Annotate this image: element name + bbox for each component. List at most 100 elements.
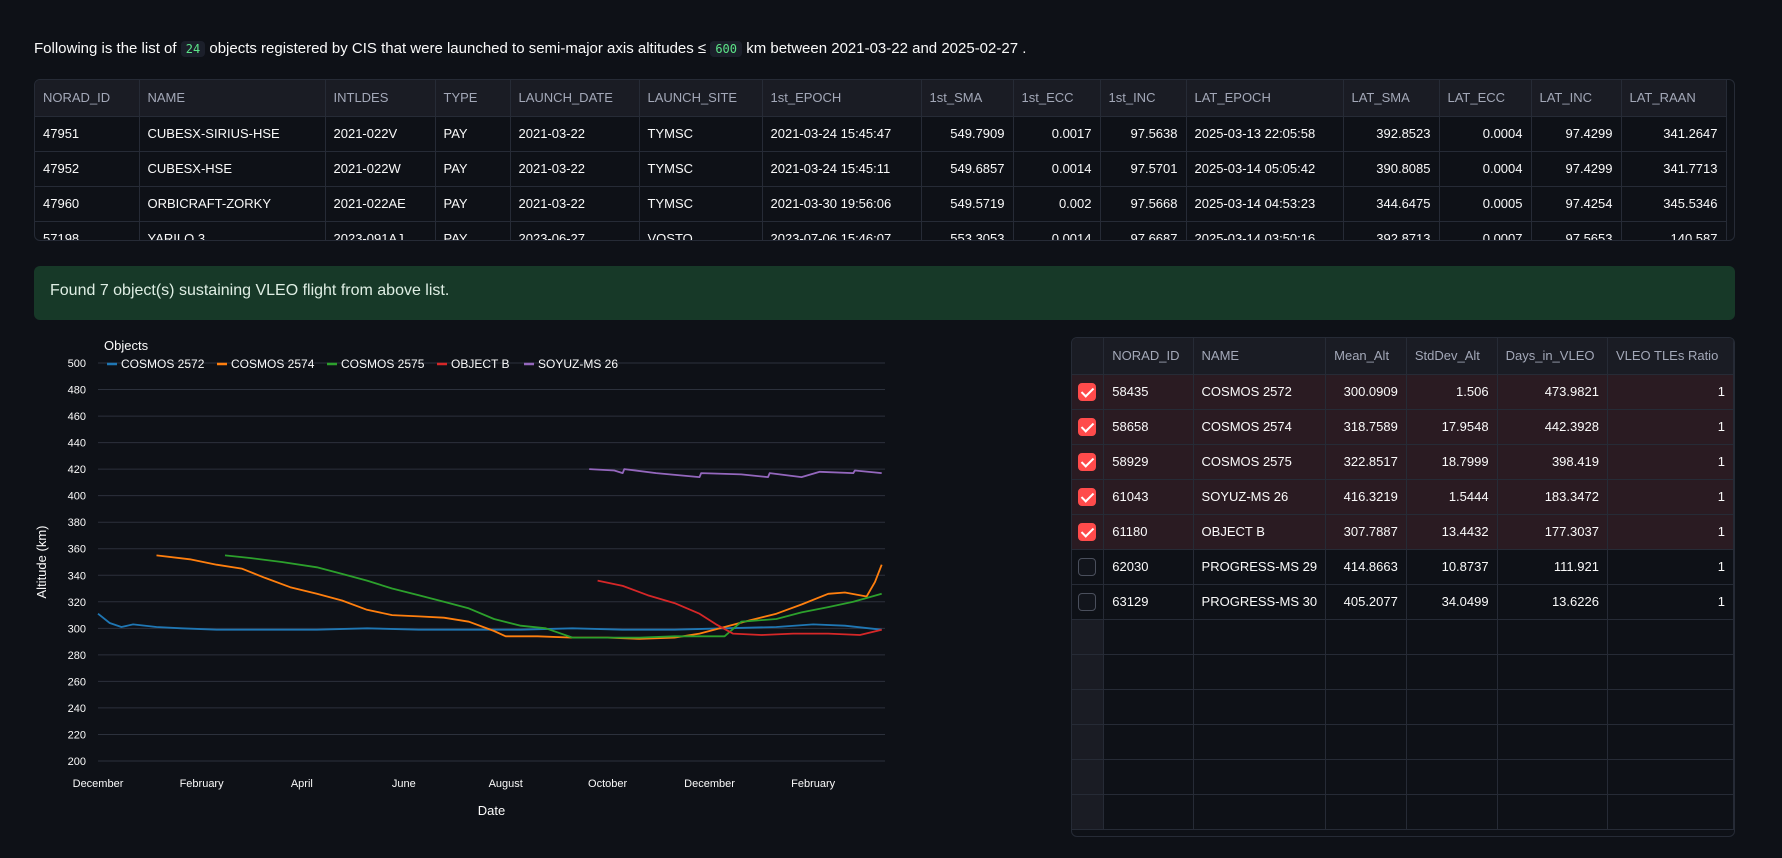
table-row[interactable]: 61043 SOYUZ-MS 26 416.3219 1.5444 183.3472 1 [1072,479,1734,515]
table-cell[interactable]: ORBICRAFT-ZORKY [139,186,326,222]
table-cell[interactable]: 2021-03-22 [510,151,640,187]
legend-item[interactable]: COSMOS 2572 [107,357,205,371]
table-cell[interactable]: 322.8517 [1325,444,1407,480]
table-cell[interactable]: 34.0499 [1406,584,1498,620]
table-cell[interactable]: COSMOS 2572 [1193,374,1327,410]
column-header[interactable]: 1st_ECC [1013,80,1101,117]
table-cell[interactable]: PROGRESS-MS 29 [1193,549,1327,585]
table-cell[interactable]: 473.9821 [1497,374,1608,410]
table-cell[interactable]: 1 [1607,444,1734,480]
table-cell[interactable]: 97.5668 [1100,186,1187,222]
table-cell[interactable]: 300.0909 [1325,374,1407,410]
column-header[interactable]: StdDev_Alt [1406,338,1498,375]
table-cell[interactable]: 47960 [35,186,140,222]
table-cell[interactable]: 57198 [35,221,140,240]
table-cell[interactable]: 0.0004 [1439,116,1532,152]
table-cell[interactable]: CUBESX-HSE [139,151,326,187]
table-cell[interactable]: 111.921 [1497,549,1608,585]
table-cell[interactable]: 1 [1607,479,1734,515]
table-row[interactable]: 63129 PROGRESS-MS 30 405.2077 34.0499 13.622… [1072,584,1734,620]
table-cell[interactable]: 549.5719 [921,186,1014,222]
table-cell[interactable]: 58929 [1103,444,1194,480]
table-cell[interactable]: 17.9548 [1406,409,1498,445]
table-cell[interactable]: 47952 [35,151,140,187]
series-line-cosmos-2575[interactable] [224,554,882,639]
table-cell[interactable]: 398.419 [1497,444,1608,480]
table-cell[interactable]: 18.7999 [1406,444,1498,480]
table-cell[interactable]: 2021-022W [325,151,436,187]
table-cell[interactable]: PAY [435,186,511,222]
table-row[interactable]: 61180 OBJECT B 307.7887 13.4432 177.3037 1 [1072,514,1734,550]
table-cell[interactable]: PAY [435,116,511,152]
table-cell[interactable]: 1 [1607,549,1734,585]
column-header[interactable]: Days_in_VLEO [1497,338,1608,375]
table-cell[interactable]: 97.4299 [1531,116,1622,152]
series-line-object-b[interactable] [597,579,882,636]
column-header[interactable]: LAT_INC [1531,80,1622,117]
column-header[interactable]: 1st_SMA [921,80,1014,117]
table-cell[interactable]: 549.6857 [921,151,1014,187]
table-cell[interactable]: 177.3037 [1497,514,1608,550]
table-cell[interactable]: COSMOS 2574 [1193,409,1327,445]
table-cell[interactable]: 345.5346 [1621,186,1727,222]
row-checkbox-cell[interactable] [1072,444,1105,480]
column-header[interactable]: TYPE [435,80,511,117]
table-cell[interactable]: COSMOS 2575 [1193,444,1327,480]
table-cell[interactable]: 318.7589 [1325,409,1407,445]
column-header[interactable]: Mean_Alt [1325,338,1407,375]
column-header[interactable]: INTLDES [325,80,436,117]
table-cell[interactable]: 344.6475 [1343,186,1440,222]
series-line-soyuz-ms-26[interactable] [589,468,882,478]
table-cell[interactable]: 1 [1607,514,1734,550]
table-cell[interactable]: 1.5444 [1406,479,1498,515]
column-header[interactable]: NORAD_ID [35,80,140,117]
row-checkbox[interactable] [1078,522,1096,541]
row-checkbox[interactable] [1078,557,1096,576]
table-cell[interactable]: 2025-03-14 03:50:16 [1186,221,1344,240]
table-cell[interactable]: 13.4432 [1406,514,1498,550]
column-header[interactable]: NAME [1193,338,1327,375]
table-cell[interactable]: 2021-03-24 15:45:11 [762,151,922,187]
table-cell[interactable]: 2021-03-22 [510,186,640,222]
table-cell[interactable]: 414.8663 [1325,549,1407,585]
legend-item[interactable]: SOYUZ-MS 26 [524,357,618,371]
row-checkbox[interactable] [1078,417,1096,436]
table-cell[interactable]: 97.4299 [1531,151,1622,187]
legend-item[interactable]: OBJECT B [437,357,509,371]
table-cell[interactable]: 97.5653 [1531,221,1622,240]
table-cell[interactable]: 62030 [1103,549,1194,585]
table-cell[interactable]: 2025-03-13 22:05:58 [1186,116,1344,152]
table-cell[interactable]: 416.3219 [1325,479,1407,515]
table-cell[interactable]: 390.8085 [1343,151,1440,187]
table-cell[interactable]: 97.4254 [1531,186,1622,222]
vleo-dataframe[interactable]: NORAD_ID NAME Mean_Alt StdDev_Alt Days_in_VL… [1071,337,1735,837]
table-cell[interactable]: OBJECT B [1193,514,1327,550]
legend-item[interactable]: COSMOS 2574 [217,357,315,371]
table-cell[interactable]: 97.5701 [1100,151,1187,187]
table-cell[interactable]: 0.002 [1013,186,1101,222]
table-cell[interactable]: 61043 [1103,479,1194,515]
table-cell[interactable]: 341.7713 [1621,151,1727,187]
table-cell[interactable]: 0.0007 [1439,221,1532,240]
table-cell[interactable]: TYMSC [639,116,763,152]
table-cell[interactable]: 2021-03-30 19:56:06 [762,186,922,222]
table-cell[interactable]: TYMSC [639,186,763,222]
column-header[interactable]: LAUNCH_DATE [510,80,640,117]
table-cell[interactable]: 2023-07-06 15:46:07 [762,221,922,240]
row-checkbox[interactable] [1078,592,1096,611]
table-cell[interactable]: 1 [1607,374,1734,410]
row-checkbox-cell[interactable] [1072,374,1105,410]
row-checkbox-cell[interactable] [1072,549,1105,585]
table-cell[interactable]: 1 [1607,584,1734,620]
table-cell[interactable]: SOYUZ-MS 26 [1193,479,1327,515]
column-header[interactable]: LAT_EPOCH [1186,80,1344,117]
table-cell[interactable]: 307.7887 [1325,514,1407,550]
column-header[interactable]: LAT_ECC [1439,80,1532,117]
table-cell[interactable]: 2023-091AJ [325,221,436,240]
row-checkbox-cell[interactable] [1072,479,1105,515]
column-header[interactable]: LAT_RAAN [1621,80,1727,117]
table-cell[interactable]: 10.8737 [1406,549,1498,585]
table-cell[interactable]: 2023-06-27 [510,221,640,240]
column-header[interactable]: LAT_SMA [1343,80,1440,117]
table-cell[interactable]: 553.3053 [921,221,1014,240]
